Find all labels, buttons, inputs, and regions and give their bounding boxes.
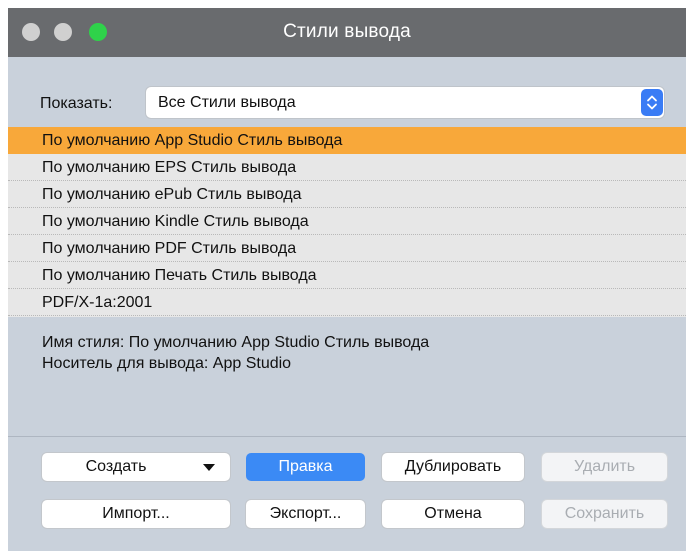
create-button[interactable]: Создать bbox=[42, 453, 230, 481]
style-row-app-studio[interactable]: По умолчанию App Studio Стиль вывода bbox=[8, 127, 686, 154]
import-button[interactable]: Импорт... bbox=[42, 500, 230, 528]
style-row-label: По умолчанию Kindle Стиль вывода bbox=[42, 213, 309, 230]
style-row-label: По умолчанию App Studio Стиль вывода bbox=[42, 132, 343, 149]
up-down-arrows-icon bbox=[641, 89, 663, 116]
style-row-label: По умолчанию Печать Стиль вывода bbox=[42, 267, 317, 284]
divider bbox=[8, 436, 686, 437]
show-filter-value: Все Стили вывода bbox=[158, 94, 296, 111]
show-filter-label: Показать: bbox=[40, 95, 113, 112]
output-styles-window: Стили вывода Показать: Все Стили вывода … bbox=[8, 8, 686, 551]
output-styles-list: По умолчанию App Studio Стиль вывода По … bbox=[8, 127, 686, 317]
window-title: Стили вывода bbox=[283, 21, 411, 42]
show-filter-select[interactable]: Все Стили вывода bbox=[146, 87, 664, 118]
title-bar: Стили вывода bbox=[8, 8, 686, 57]
style-row-kindle[interactable]: По умолчанию Kindle Стиль вывода bbox=[8, 208, 686, 235]
output-media-info: Носитель для вывода: App Studio bbox=[42, 355, 292, 372]
delete-button[interactable]: Удалить bbox=[542, 453, 667, 481]
style-row-label: По умолчанию EPS Стиль вывода bbox=[42, 159, 297, 176]
style-row-epub[interactable]: По умолчанию ePub Стиль вывода bbox=[8, 181, 686, 208]
dropdown-caret-icon bbox=[203, 464, 215, 471]
export-button[interactable]: Экспорт... bbox=[246, 500, 365, 528]
edit-button[interactable]: Правка bbox=[246, 453, 365, 481]
save-button[interactable]: Сохранить bbox=[542, 500, 667, 528]
style-name-info: Имя стиля: По умолчанию App Studio Стиль… bbox=[42, 334, 430, 351]
create-button-label: Создать bbox=[85, 458, 147, 475]
style-row-label: По умолчанию PDF Стиль вывода bbox=[42, 240, 297, 257]
style-row-eps[interactable]: По умолчанию EPS Стиль вывода bbox=[8, 154, 686, 181]
style-row-print[interactable]: По умолчанию Печать Стиль вывода bbox=[8, 262, 686, 289]
duplicate-button[interactable]: Дублировать bbox=[382, 453, 524, 481]
style-row-pdf[interactable]: По умолчанию PDF Стиль вывода bbox=[8, 235, 686, 262]
style-row-label: PDF/X-1a:2001 bbox=[42, 294, 153, 311]
style-row-label: По умолчанию ePub Стиль вывода bbox=[42, 186, 302, 203]
cancel-button[interactable]: Отмена bbox=[382, 500, 524, 528]
style-row-pdfx[interactable]: PDF/X-1a:2001 bbox=[8, 289, 686, 316]
